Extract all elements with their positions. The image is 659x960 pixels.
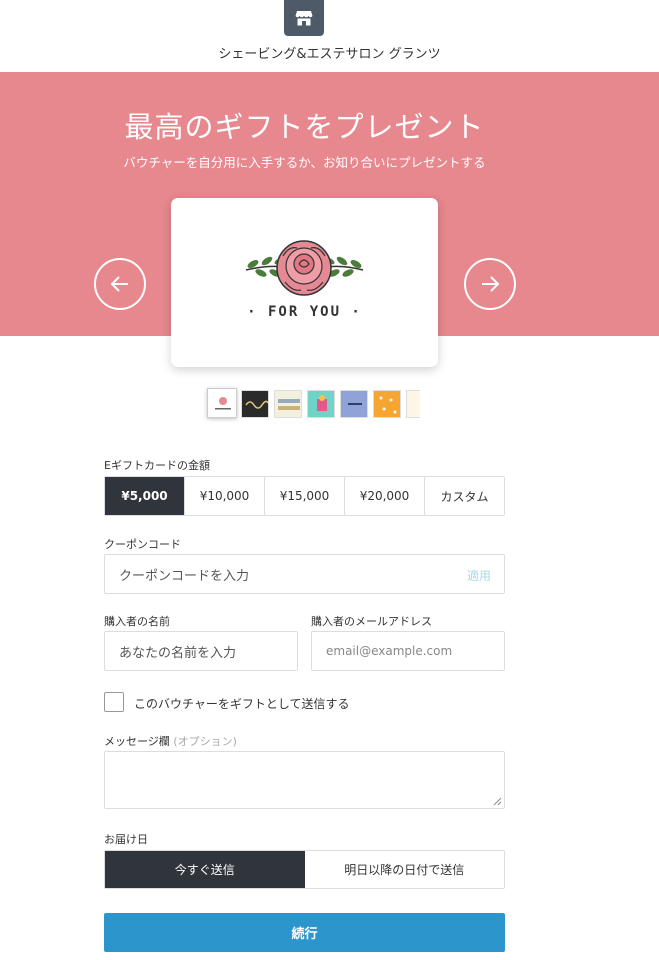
- amount-label: Eギフトカードの金額: [104, 459, 210, 472]
- send-as-gift-label[interactable]: このバウチャーをギフトとして送信する: [134, 695, 350, 712]
- arrow-right-icon: [482, 276, 500, 292]
- rose-illustration-icon: [245, 240, 364, 296]
- delivery-label: お届け日: [104, 833, 148, 846]
- amount-option-custom[interactable]: カスタム: [425, 477, 504, 515]
- message-label-text: メッセージ欄: [104, 735, 170, 748]
- thumbnail-blue-card[interactable]: [340, 390, 368, 418]
- thumbnail-orange-dots[interactable]: [373, 390, 401, 418]
- previous-card-button[interactable]: [94, 258, 146, 310]
- arrow-left-icon: [110, 276, 128, 292]
- buyer-email-input[interactable]: email@example.com: [311, 631, 505, 671]
- coupon-input[interactable]: クーポンコードを入力 適用: [104, 554, 505, 594]
- thumbnail-partial[interactable]: [406, 390, 420, 418]
- message-optional-text: (オプション): [173, 735, 237, 748]
- buyer-name-label: 購入者の名前: [104, 615, 170, 628]
- buyer-name-input[interactable]: あなたの名前を入力: [104, 631, 298, 671]
- thumbnail-thank-you-text[interactable]: [274, 390, 302, 418]
- thumbnail-gift-pink[interactable]: [307, 390, 335, 418]
- send-now-option[interactable]: 今すぐ送信: [105, 851, 305, 888]
- buyer-email-label: 購入者のメールアドレス: [311, 615, 432, 628]
- coupon-label: クーポンコード: [104, 538, 181, 551]
- thumbnail-thanks-dark[interactable]: [241, 390, 269, 418]
- amount-option-15000[interactable]: ¥15,000: [265, 477, 345, 515]
- send-later-option[interactable]: 明日以降の日付で送信: [305, 851, 505, 888]
- banner-title: 最高のギフトをプレゼント: [124, 110, 485, 144]
- thumbnail-for-you[interactable]: [207, 388, 237, 418]
- message-label: メッセージ欄 (オプション): [104, 733, 237, 749]
- amount-selector: ¥5,000 ¥10,000 ¥15,000 ¥20,000 カスタム: [104, 476, 505, 516]
- amount-option-20000[interactable]: ¥20,000: [345, 477, 425, 515]
- banner-subtitle: バウチャーを自分用に入手するか、お知り合いにプレゼントする: [123, 155, 486, 170]
- buyer-name-placeholder: あなたの名前を入力: [119, 645, 237, 661]
- send-as-gift-checkbox[interactable]: [104, 692, 124, 712]
- buyer-email-placeholder: email@example.com: [326, 644, 453, 658]
- gift-card-preview: · FOR YOU ·: [171, 198, 438, 367]
- delivery-selector: 今すぐ送信 明日以降の日付で送信: [104, 850, 505, 889]
- store-name: シェービング&エステサロン グランツ: [218, 47, 441, 62]
- card-text: · FOR YOU ·: [247, 304, 362, 320]
- continue-button[interactable]: 続行: [104, 913, 505, 952]
- resize-handle-icon[interactable]: [492, 796, 502, 806]
- coupon-placeholder: クーポンコードを入力: [119, 568, 250, 584]
- amount-option-5000[interactable]: ¥5,000: [105, 477, 185, 515]
- apply-coupon-button[interactable]: 適用: [467, 567, 491, 584]
- amount-option-10000[interactable]: ¥10,000: [185, 477, 265, 515]
- store-icon: [284, 0, 324, 36]
- message-textarea[interactable]: [104, 751, 505, 809]
- next-card-button[interactable]: [464, 258, 516, 310]
